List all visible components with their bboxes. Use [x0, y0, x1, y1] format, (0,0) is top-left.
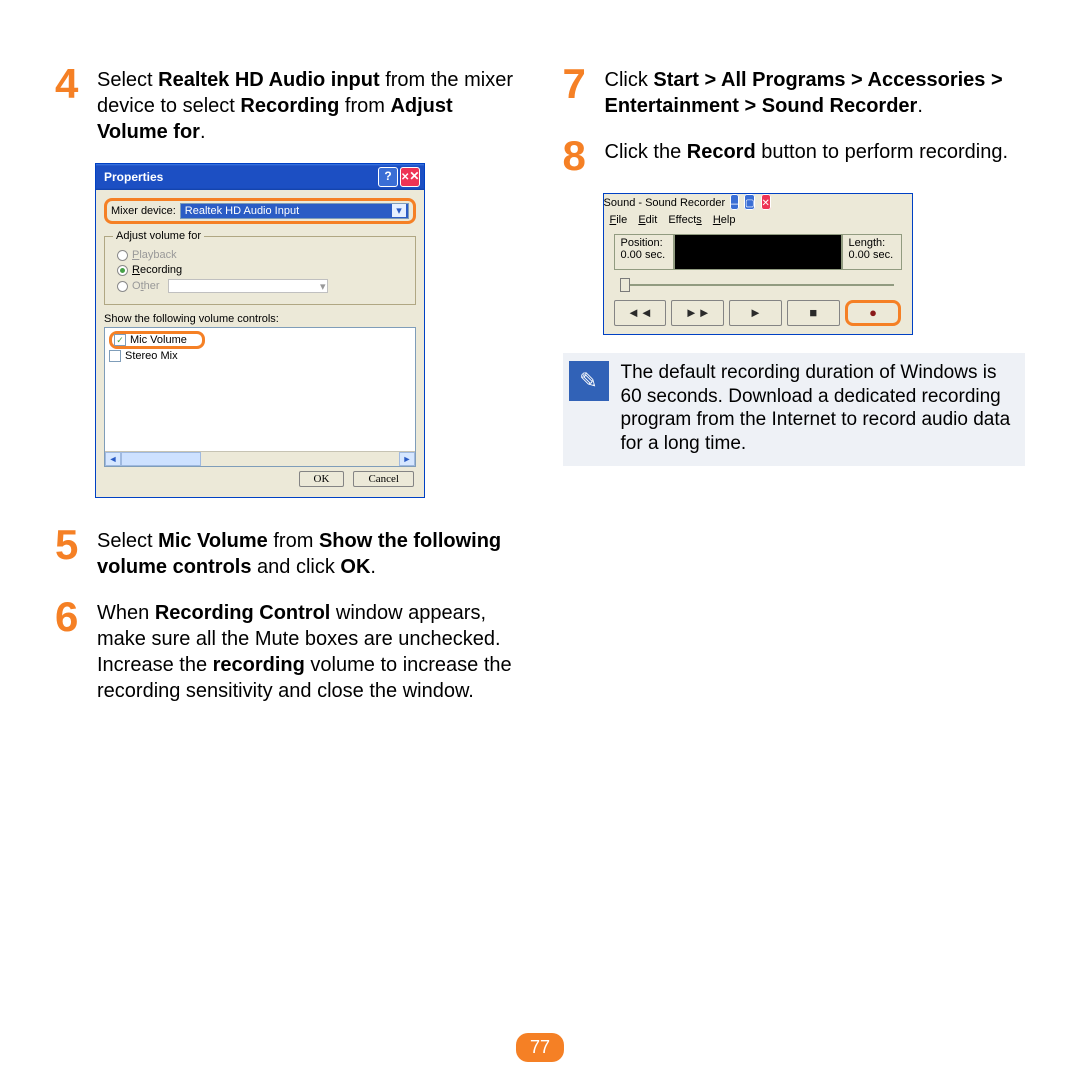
step-4: 4 Select Realtek HD Audio input from the… [55, 65, 518, 145]
mic-volume-checkbox[interactable]: ✓ [114, 334, 126, 346]
step-number: 5 [55, 526, 85, 580]
minimize-button[interactable] [730, 194, 739, 210]
adjust-legend: Adjust volume for [113, 230, 204, 242]
step-text: Click the Record button to perform recor… [605, 137, 1009, 175]
position-slider[interactable] [616, 274, 900, 294]
volume-controls-list: ✓Mic Volume Stereo Mix ◄ ► [104, 327, 416, 467]
step-number: 4 [55, 65, 85, 145]
other-select[interactable]: . [168, 279, 328, 293]
dialog-title: Properties [104, 170, 163, 184]
maximize-button[interactable] [744, 194, 755, 210]
mixer-label: Mixer device: [111, 205, 176, 217]
close-button[interactable] [761, 194, 771, 210]
page-number: 77 [516, 1033, 564, 1062]
step-number: 7 [563, 65, 593, 119]
note-text: The default recording duration of Window… [621, 361, 1016, 456]
seek-end-button[interactable]: ►► [671, 300, 724, 326]
stereo-mix-checkbox[interactable] [109, 350, 121, 362]
scroll-right-icon[interactable]: ► [399, 452, 415, 466]
play-icon: ► [749, 305, 762, 320]
radio-other[interactable]: Other. [117, 279, 407, 293]
mixer-device-select[interactable]: Realtek HD Audio Input [180, 203, 409, 219]
properties-dialog: Properties ? ✕ Mixer device: Realtek HD … [95, 163, 425, 498]
stop-button[interactable]: ■ [787, 300, 840, 326]
menubar: File Edit Effects Help [604, 212, 912, 228]
note-box: ✎ The default recording duration of Wind… [563, 353, 1026, 466]
ok-button[interactable]: OK [299, 471, 345, 487]
menu-effects[interactable]: Effects [668, 214, 701, 226]
close-button[interactable]: ✕ [400, 167, 420, 187]
seek-end-icon: ►► [685, 305, 711, 320]
window-title: Sound - Sound Recorder [604, 197, 726, 209]
scroll-thumb[interactable] [121, 452, 201, 466]
cancel-button[interactable]: Cancel [353, 471, 414, 487]
step-number: 8 [563, 137, 593, 175]
titlebar[interactable]: Sound - Sound Recorder [604, 194, 912, 212]
stop-icon: ■ [809, 305, 817, 320]
help-button[interactable]: ? [378, 167, 398, 187]
position-panel: Position: 0.00 sec. [614, 234, 674, 270]
adjust-volume-fieldset: Adjust volume for PPlaybacklayback Recor… [104, 230, 416, 305]
waveform-display [674, 234, 842, 270]
titlebar[interactable]: Properties ? ✕ [96, 164, 424, 190]
record-button[interactable]: ● [845, 300, 902, 326]
menu-help[interactable]: Help [713, 214, 736, 226]
sound-recorder-window: Sound - Sound Recorder File Edit Effects… [603, 193, 913, 335]
record-icon: ● [869, 305, 877, 320]
radio-recording[interactable]: Recording [117, 264, 407, 276]
scroll-left-icon[interactable]: ◄ [105, 452, 121, 466]
length-panel: Length: 0.00 sec. [842, 234, 902, 270]
menu-edit[interactable]: Edit [638, 214, 657, 226]
step-text: Click Start > All Programs > Accessories… [605, 65, 1026, 119]
show-controls-label: Show the following volume controls: [104, 313, 416, 325]
slider-thumb[interactable] [620, 278, 630, 292]
horizontal-scrollbar[interactable]: ◄ ► [105, 451, 415, 466]
radio-playback[interactable]: PPlaybacklayback [117, 249, 407, 261]
step-6: 6 When Recording Control window appears,… [55, 598, 518, 704]
step-5: 5 Select Mic Volume from Show the follow… [55, 526, 518, 580]
play-button[interactable]: ► [729, 300, 782, 326]
step-number: 6 [55, 598, 85, 704]
seek-start-button[interactable]: ◄◄ [614, 300, 667, 326]
stereo-mix-row[interactable]: Stereo Mix [109, 350, 411, 362]
mic-volume-row[interactable]: ✓Mic Volume [109, 331, 205, 349]
note-icon: ✎ [569, 361, 609, 401]
step-text: Select Mic Volume from Show the followin… [97, 526, 518, 580]
step-7: 7 Click Start > All Programs > Accessori… [563, 65, 1026, 119]
seek-start-icon: ◄◄ [627, 305, 653, 320]
step-text: Select Realtek HD Audio input from the m… [97, 65, 518, 145]
step-8: 8 Click the Record button to perform rec… [563, 137, 1026, 175]
menu-file[interactable]: File [610, 214, 628, 226]
step-text: When Recording Control window appears, m… [97, 598, 518, 704]
mixer-device-row: Mixer device: Realtek HD Audio Input [104, 198, 416, 224]
